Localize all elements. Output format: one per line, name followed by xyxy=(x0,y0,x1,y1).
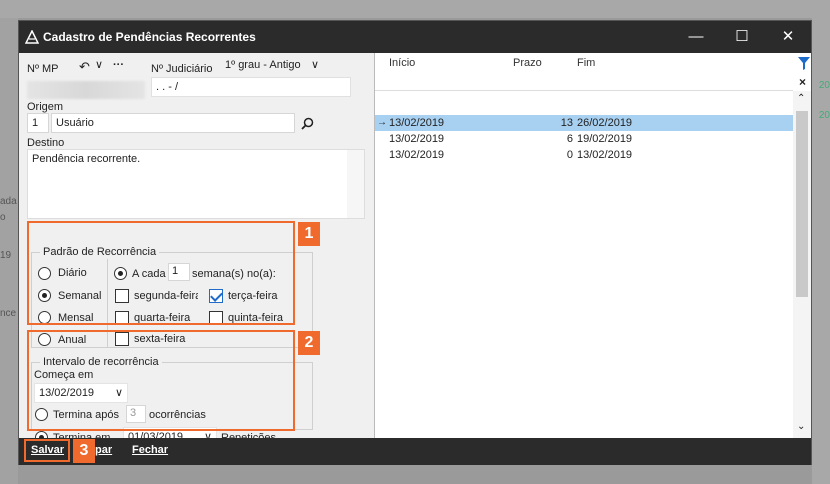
table-row[interactable]: → 13/02/2019 13 26/02/2019 xyxy=(375,115,793,131)
judiciario-input[interactable]: . . - / xyxy=(151,77,351,97)
nro-mp-label: Nº MP xyxy=(27,63,59,75)
background-text: nce xyxy=(0,308,17,319)
highlight-box-2 xyxy=(27,330,295,431)
cell-prazo: 13 xyxy=(560,117,573,129)
nro-mp-input[interactable] xyxy=(27,81,145,99)
table-row[interactable]: 13/02/2019 6 19/02/2019 xyxy=(375,131,793,147)
grid-filter-row[interactable] xyxy=(375,73,793,91)
scroll-up-icon[interactable]: ⌃ xyxy=(797,93,805,104)
occurrences-grid: Início Prazo Fim × → 13/02/2019 13 26/02… xyxy=(374,53,811,438)
close-dialog-button[interactable]: Fechar xyxy=(132,444,168,456)
origem-label: Origem xyxy=(27,101,64,113)
table-row[interactable]: 13/02/2019 0 13/02/2019 xyxy=(375,147,793,163)
scrollbar-thumb[interactable] xyxy=(796,111,808,297)
cell-inicio: 13/02/2019 xyxy=(389,117,445,129)
step-badge-2: 2 xyxy=(298,331,320,355)
background-text: 20 xyxy=(818,80,830,91)
highlight-box-1 xyxy=(27,221,295,325)
origem-code-input[interactable]: 1 xyxy=(27,113,49,133)
background-left-panel: ada o 19 nce xyxy=(0,18,18,484)
clear-filter-icon[interactable]: × xyxy=(799,75,806,89)
destino-label: Destino xyxy=(27,137,65,149)
close-button[interactable]: ✕ xyxy=(765,21,811,53)
filter-icon[interactable] xyxy=(798,57,810,71)
column-fim[interactable]: Fim xyxy=(577,57,595,69)
origem-input[interactable]: Usuário xyxy=(51,113,295,133)
destino-scrollbar[interactable] xyxy=(347,150,364,218)
highlight-box-3 xyxy=(24,439,70,462)
scroll-down-icon[interactable]: ⌄ xyxy=(797,421,805,432)
cell-fim: 13/02/2019 xyxy=(577,149,633,161)
cell-fim: 26/02/2019 xyxy=(577,117,633,129)
window-title: Cadastro de Pendências Recorrentes xyxy=(43,30,256,44)
undo-icon[interactable]: ↶ xyxy=(79,59,90,75)
destino-text: Pendência recorrente. xyxy=(32,153,141,165)
clear-button[interactable]: par xyxy=(95,444,112,456)
chevron-down-icon[interactable]: ∨ xyxy=(311,58,319,71)
cell-prazo: 0 xyxy=(566,149,573,161)
grau-select[interactable]: 1º grau - Antigo xyxy=(225,59,301,71)
cell-inicio: 13/02/2019 xyxy=(389,133,445,145)
search-icon[interactable] xyxy=(301,117,314,130)
background-text: 19 xyxy=(0,250,12,261)
column-inicio[interactable]: Início xyxy=(389,57,415,69)
step-badge-3: 3 xyxy=(73,439,95,463)
maximize-button[interactable]: ☐ xyxy=(719,21,765,53)
background-text: o xyxy=(0,212,6,223)
step-badge-1: 1 xyxy=(298,222,320,246)
background-text: 20 xyxy=(818,110,830,121)
title-bar[interactable]: Cadastro de Pendências Recorrentes — ☐ ✕ xyxy=(19,21,811,53)
nro-judiciario-label: Nº Judiciário xyxy=(151,63,213,75)
cell-prazo: 6 xyxy=(566,133,573,145)
grid-header: Início Prazo Fim xyxy=(375,53,793,73)
row-indicator-icon: → xyxy=(377,117,387,128)
destino-textarea[interactable]: Pendência recorrente. xyxy=(27,149,365,219)
background-text: ada xyxy=(0,196,17,207)
cell-inicio: 13/02/2019 xyxy=(389,149,445,161)
background-toolbar xyxy=(0,0,830,18)
minimize-button[interactable]: — xyxy=(673,21,719,53)
background-right-panel: 20 20 xyxy=(812,18,830,484)
grid-scrollbar[interactable]: ⌃ ⌄ xyxy=(793,91,811,438)
cell-fim: 19/02/2019 xyxy=(577,133,633,145)
chevron-down-icon[interactable]: ∨ xyxy=(95,58,103,71)
more-options-icon[interactable]: ··· xyxy=(113,59,124,71)
app-logo-icon xyxy=(25,30,39,44)
footer-toolbar: Salvar par Fechar xyxy=(19,438,811,465)
column-prazo[interactable]: Prazo xyxy=(513,57,542,69)
